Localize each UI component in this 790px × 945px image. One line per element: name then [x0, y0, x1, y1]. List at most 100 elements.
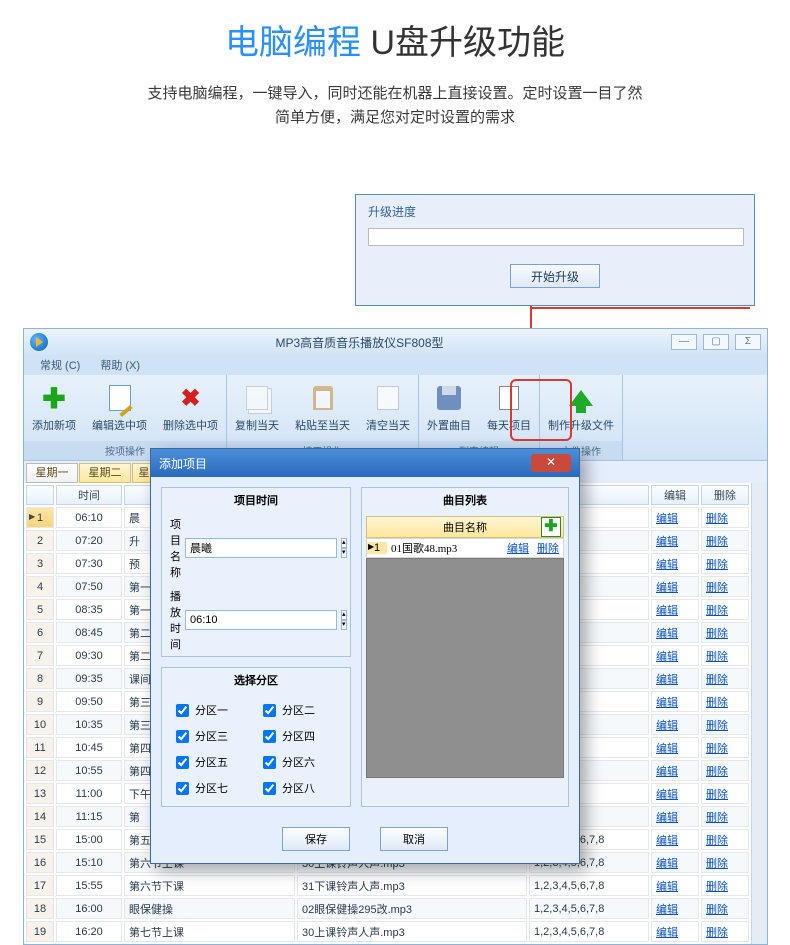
row-number: 17	[26, 875, 54, 896]
row-edit-link[interactable]: 编辑	[656, 766, 678, 778]
table-row[interactable]: 1715:55第六节下课31下课铃声人声.mp31,2,3,4,5,6,7,8编…	[26, 875, 749, 896]
make-upgrade-file-button[interactable]: 制作升级文件	[540, 375, 622, 441]
zone-checkbox-1[interactable]: 分区一	[176, 702, 249, 718]
daily-items-button[interactable]: 每天项目	[479, 375, 539, 441]
name-spinner[interactable]: ▴▾	[341, 538, 347, 558]
row-del-link[interactable]: 删除	[706, 697, 728, 709]
row-del-link[interactable]: 删除	[706, 858, 728, 870]
row-edit-link[interactable]: 编辑	[656, 904, 678, 916]
project-name-input[interactable]	[185, 538, 337, 558]
maximize-button[interactable]: ▢	[703, 334, 729, 350]
row-del-link[interactable]: 删除	[706, 559, 728, 571]
row-del-link[interactable]: 删除	[706, 927, 728, 939]
table-row[interactable]: 1816:00眼保健操02眼保健操295改.mp31,2,3,4,5,6,7,8…	[26, 898, 749, 919]
row-edit-link[interactable]: 编辑	[656, 881, 678, 893]
row-edit-link[interactable]: 编辑	[656, 697, 678, 709]
row-edit-link[interactable]: 编辑	[656, 789, 678, 801]
row-del-link[interactable]: 删除	[706, 766, 728, 778]
cell-time: 09:50	[56, 691, 122, 712]
zone-check-input[interactable]	[176, 704, 189, 717]
cell-track: 02眼保健操295改.mp3	[297, 898, 527, 919]
row-del-link[interactable]: 删除	[706, 628, 728, 640]
row-edit-link[interactable]: 编辑	[656, 536, 678, 548]
zone-checkbox-6[interactable]: 分区六	[263, 754, 336, 770]
vertical-scrollbar[interactable]	[751, 483, 767, 944]
menu-general[interactable]: 常规 (C)	[40, 357, 80, 373]
row-del-link[interactable]: 删除	[706, 582, 728, 594]
zone-checkbox-8[interactable]: 分区八	[263, 780, 336, 796]
cell-time: 10:55	[56, 760, 122, 781]
cell-time: 07:50	[56, 576, 122, 597]
delete-item-button[interactable]: ✖删除选中项	[155, 375, 226, 441]
row-edit-link[interactable]: 编辑	[656, 651, 678, 663]
row-del-link[interactable]: 删除	[706, 835, 728, 847]
zone-check-input[interactable]	[263, 730, 276, 743]
row-edit-link[interactable]: 编辑	[656, 835, 678, 847]
track-del-link[interactable]: 删除	[533, 540, 563, 556]
edit-item-button[interactable]: 编辑选中项	[84, 375, 155, 441]
hero-title-black: U盘升级功能	[361, 24, 565, 62]
row-del-link[interactable]: 删除	[706, 812, 728, 824]
row-edit-link[interactable]: 编辑	[656, 582, 678, 594]
tab-tuesday[interactable]: 星期二	[79, 463, 131, 483]
zone-check-input[interactable]	[176, 730, 189, 743]
close-button[interactable]: Σ	[735, 334, 761, 350]
row-edit-link[interactable]: 编辑	[656, 743, 678, 755]
clear-day-button[interactable]: 清空当天	[358, 375, 418, 441]
copy-day-button[interactable]: 复制当天	[227, 375, 287, 441]
play-time-input[interactable]	[185, 610, 337, 630]
row-number: 2	[26, 530, 54, 551]
zone-check-input[interactable]	[176, 782, 189, 795]
menu-help[interactable]: 帮助 (X)	[100, 357, 140, 373]
row-del-link[interactable]: 删除	[706, 605, 728, 617]
row-edit-link[interactable]: 编辑	[656, 674, 678, 686]
zone-checkbox-2[interactable]: 分区二	[263, 702, 336, 718]
row-edit-link[interactable]: 编辑	[656, 927, 678, 939]
row-edit-link[interactable]: 编辑	[656, 559, 678, 571]
row-del-link[interactable]: 删除	[706, 904, 728, 916]
row-edit-link[interactable]: 编辑	[656, 720, 678, 732]
row-del-link[interactable]: 删除	[706, 789, 728, 801]
row-del-link[interactable]: 删除	[706, 674, 728, 686]
row-number: 10	[26, 714, 54, 735]
row-del-link[interactable]: 删除	[706, 720, 728, 732]
row-del-link[interactable]: 删除	[706, 651, 728, 663]
save-button[interactable]: 保存	[282, 827, 350, 851]
cancel-button[interactable]: 取消	[380, 827, 448, 851]
zone-check-input[interactable]	[263, 756, 276, 769]
cell-zones: 1,2,3,4,5,6,7,8	[529, 898, 649, 919]
cell-time: 16:20	[56, 921, 122, 942]
row-del-link[interactable]: 删除	[706, 536, 728, 548]
zone-check-input[interactable]	[176, 756, 189, 769]
track-row[interactable]: 1 01国歌48.mp3 编辑 删除	[366, 538, 564, 558]
zone-check-input[interactable]	[263, 782, 276, 795]
dialog-close-button[interactable]: ✕	[531, 454, 571, 472]
cell-time: 07:30	[56, 553, 122, 574]
row-del-link[interactable]: 删除	[706, 743, 728, 755]
external-tracks-button[interactable]: 外置曲目	[419, 375, 479, 441]
row-edit-link[interactable]: 编辑	[656, 605, 678, 617]
zone-check-input[interactable]	[263, 704, 276, 717]
time-spinner[interactable]: ▴▾	[341, 610, 347, 630]
zone-checkbox-7[interactable]: 分区七	[176, 780, 249, 796]
tab-monday[interactable]: 星期一	[26, 463, 78, 483]
start-upgrade-button[interactable]: 开始升级	[510, 264, 600, 288]
track-edit-link[interactable]: 编辑	[503, 540, 533, 556]
zone-checkbox-5[interactable]: 分区五	[176, 754, 249, 770]
zone-checkbox-3[interactable]: 分区三	[176, 728, 249, 744]
add-track-button[interactable]: ✚	[541, 517, 561, 537]
paste-day-button[interactable]: 粘贴至当天	[287, 375, 358, 441]
row-edit-link[interactable]: 编辑	[656, 858, 678, 870]
callout-line-h	[530, 307, 750, 309]
row-number: 8	[26, 668, 54, 689]
row-edit-link[interactable]: 编辑	[656, 513, 678, 525]
minimize-button[interactable]: —	[671, 334, 697, 350]
row-edit-link[interactable]: 编辑	[656, 812, 678, 824]
row-del-link[interactable]: 删除	[706, 513, 728, 525]
add-item-button[interactable]: ✚添加新项	[24, 375, 84, 441]
upload-icon	[569, 390, 593, 406]
row-edit-link[interactable]: 编辑	[656, 628, 678, 640]
zone-checkbox-4[interactable]: 分区四	[263, 728, 336, 744]
row-del-link[interactable]: 删除	[706, 881, 728, 893]
table-row[interactable]: 1916:20第七节上课30上课铃声人声.mp31,2,3,4,5,6,7,8编…	[26, 921, 749, 942]
